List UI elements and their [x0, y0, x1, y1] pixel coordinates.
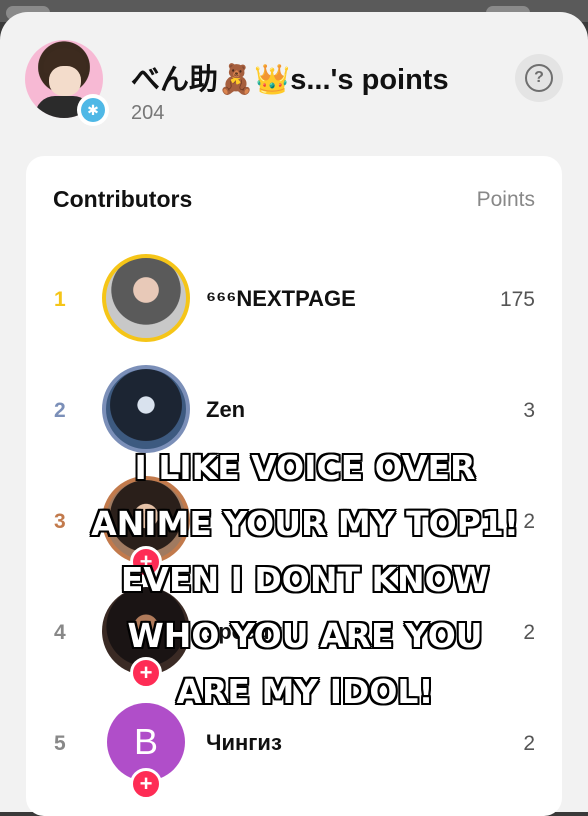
rank-number: 1 — [54, 288, 66, 311]
video-caption-overlay: I LIKE VOICE OVER ANIME YOUR MY TOP1! EV… — [80, 440, 530, 720]
contributor-points: 3 — [523, 399, 535, 422]
profile-header: ✱ べん助🧸👑s...'s points 204 ? — [25, 40, 565, 130]
follow-plus-icon[interactable]: + — [130, 768, 162, 800]
help-button[interactable]: ? — [515, 54, 563, 102]
contributors-heading: Contributors — [53, 186, 193, 212]
contributor-avatar[interactable] — [102, 254, 190, 342]
caption-line: ANIME YOUR MY TOP1! — [91, 504, 519, 543]
points-column-heading: Points — [476, 188, 535, 211]
contributor-name: Zen — [206, 397, 246, 422]
rank-number: 2 — [54, 399, 66, 422]
verified-badge-icon: ✱ — [77, 94, 109, 126]
contributor-points: 175 — [499, 288, 535, 311]
caption-line: ARE MY IDOL! — [176, 672, 434, 711]
total-points: 204 — [131, 102, 165, 124]
caption-line: WHO YOU ARE YOU — [127, 616, 483, 655]
rank-number: 4 — [54, 621, 66, 644]
caption-line: EVEN I DONT KNOW — [120, 560, 490, 599]
rank-number: 3 — [54, 510, 66, 533]
rank-number: 5 — [54, 732, 66, 755]
question-icon: ? — [525, 64, 553, 92]
contributor-points: 2 — [523, 732, 535, 755]
contributor-name: ⁶⁶⁶NEXTPAGE — [206, 286, 356, 311]
page-title: べん助🧸👑s...'s points — [131, 64, 449, 96]
caption-line: I LIKE VOICE OVER — [134, 448, 476, 487]
contributor-name: Чингиз — [206, 730, 282, 755]
contributor-row[interactable]: 1 ⁶⁶⁶NEXTPAGE 175 — [26, 254, 562, 354]
